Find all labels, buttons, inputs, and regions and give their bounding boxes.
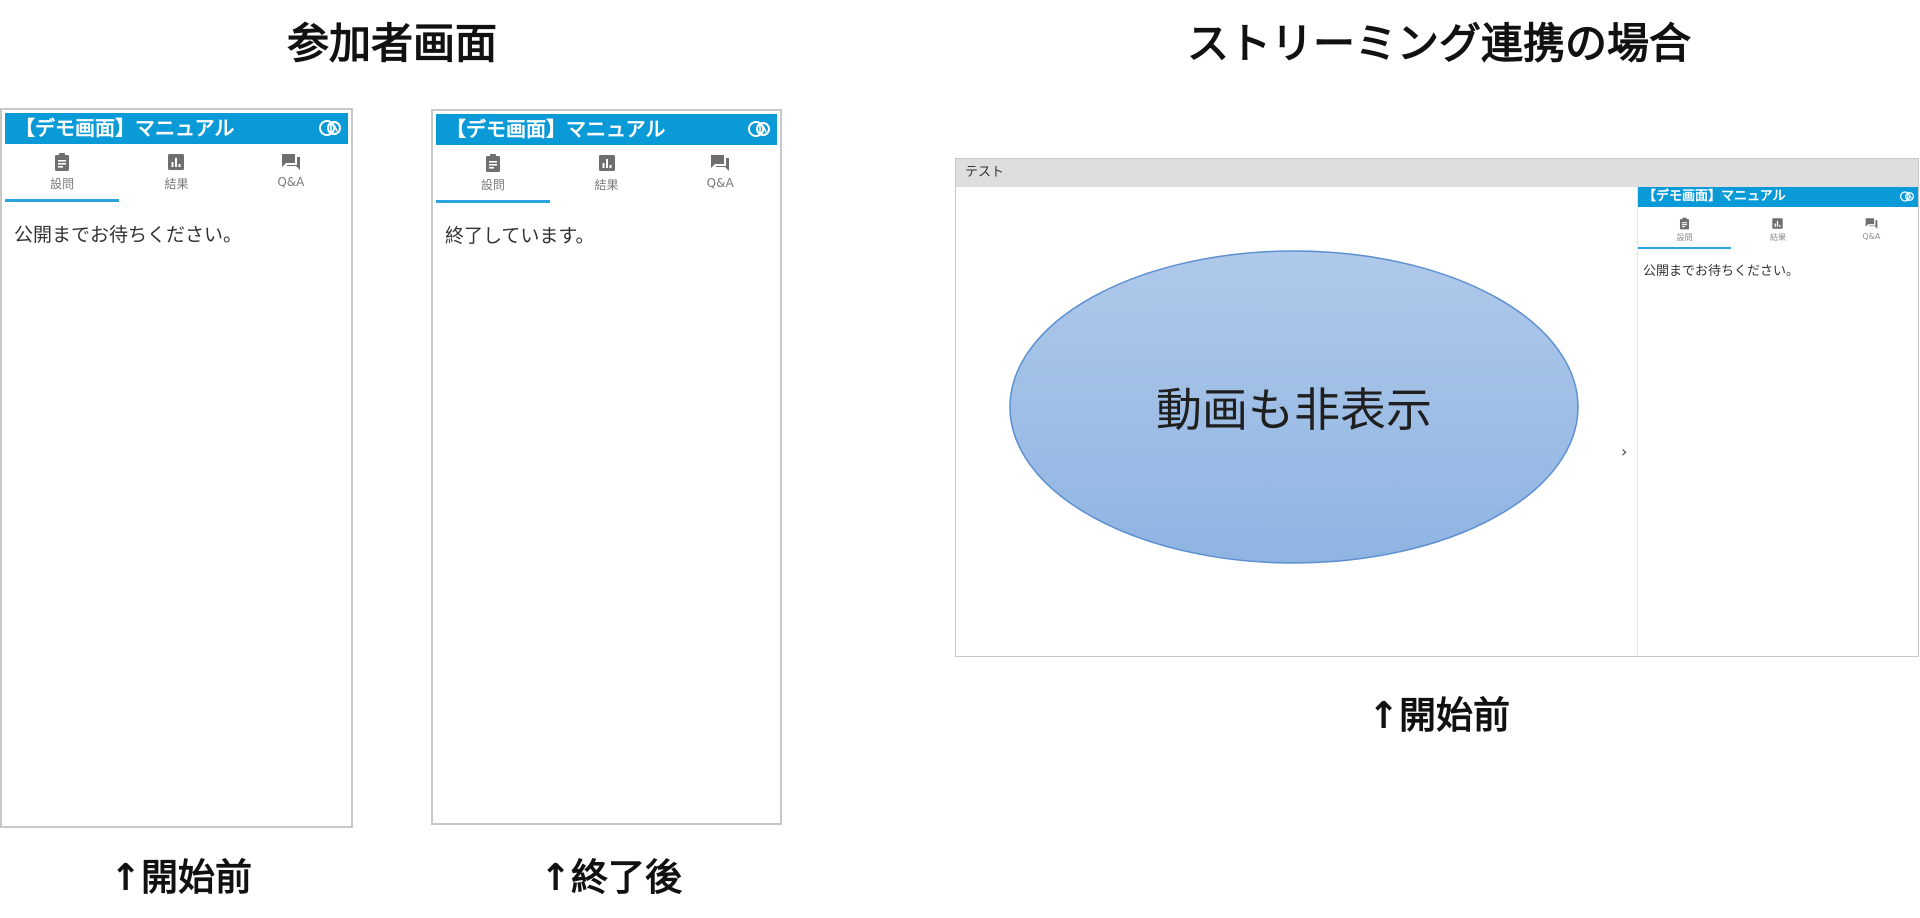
tab-results-label: 結果	[1769, 233, 1786, 242]
chat-icon	[281, 154, 300, 170]
tab-results[interactable]: 結果	[1731, 217, 1824, 245]
clipboard-icon	[485, 154, 500, 172]
participant-screen-before: 【デモ画面】マニュアル 設問 結果 Q&A 公開までお待ちください。	[0, 108, 353, 828]
tab-questions-label: 設問	[480, 178, 505, 192]
tab-bar: 設問 結果 Q&A	[1638, 217, 1918, 249]
app-logo-icon	[1900, 191, 1914, 202]
tab-results[interactable]: 結果	[119, 152, 233, 196]
status-message: 公開までお待ちください。	[14, 224, 243, 246]
video-area: 動画も非表示 ›	[956, 187, 1637, 656]
bar-chart-icon	[1772, 218, 1784, 229]
tab-qa-label: Q&A	[277, 175, 305, 189]
tab-bar: 設問 結果 Q&A	[5, 152, 348, 202]
caption-stream-before: ↑開始前	[1368, 694, 1511, 737]
app-title: 【デモ画面】マニュアル	[15, 116, 235, 140]
streaming-window: テスト 動画も非表示 › 【デモ画面】マニュアル 設問 結果 Q&A 公開までお…	[955, 158, 1919, 657]
app-header: 【デモ画面】マニュアル	[5, 113, 348, 144]
tab-questions[interactable]: 設問	[1638, 217, 1732, 249]
participant-heading: 参加者画面	[287, 19, 498, 68]
tab-questions[interactable]: 設問	[5, 152, 120, 202]
panel-toggle-icon[interactable]: ›	[1621, 442, 1627, 461]
app-title: 【デモ画面】マニュアル	[1643, 189, 1786, 204]
clipboard-icon	[1680, 217, 1690, 230]
app-header: 【デモ画面】マニュアル	[1638, 187, 1918, 207]
tab-qa-label: Q&A	[706, 176, 734, 190]
tab-questions-label: 設問	[50, 177, 75, 191]
status-message: 終了しています。	[445, 225, 595, 247]
tab-questions-label: 設問	[1676, 233, 1693, 242]
tab-qa[interactable]: Q&A	[1825, 217, 1918, 245]
tab-qa-label: Q&A	[1862, 232, 1881, 241]
tab-results-label: 結果	[594, 178, 619, 192]
app-header: 【デモ画面】マニュアル	[436, 114, 777, 145]
app-logo-icon	[748, 121, 770, 137]
participant-screen-after: 【デモ画面】マニュアル 設問 結果 Q&A 終了しています。	[431, 109, 782, 825]
tab-qa[interactable]: Q&A	[663, 153, 777, 197]
window-title-bar: テスト	[956, 159, 1918, 187]
chat-icon	[711, 155, 730, 171]
bar-chart-icon	[168, 154, 185, 170]
clipboard-icon	[55, 153, 70, 171]
tab-results[interactable]: 結果	[550, 153, 664, 197]
caption-after: ↑終了後	[540, 856, 683, 899]
streaming-heading: ストリーミング連携の場合	[1187, 19, 1692, 68]
tab-qa[interactable]: Q&A	[234, 152, 348, 196]
chat-icon	[1865, 218, 1878, 229]
status-message: 公開までお待ちください。	[1643, 264, 1800, 279]
tab-bar: 設問 結果 Q&A	[436, 153, 777, 203]
app-title: 【デモ画面】マニュアル	[446, 117, 666, 141]
bar-chart-icon	[598, 155, 615, 171]
tab-results-label: 結果	[164, 177, 189, 191]
caption-before: ↑開始前	[110, 856, 253, 899]
tab-questions[interactable]: 設問	[436, 153, 550, 203]
app-logo-icon	[319, 120, 341, 136]
embedded-participant-panel: 【デモ画面】マニュアル 設問 結果 Q&A 公開までお待ちください。	[1637, 187, 1918, 656]
video-hidden-label: 動画も非表示	[1156, 383, 1432, 437]
